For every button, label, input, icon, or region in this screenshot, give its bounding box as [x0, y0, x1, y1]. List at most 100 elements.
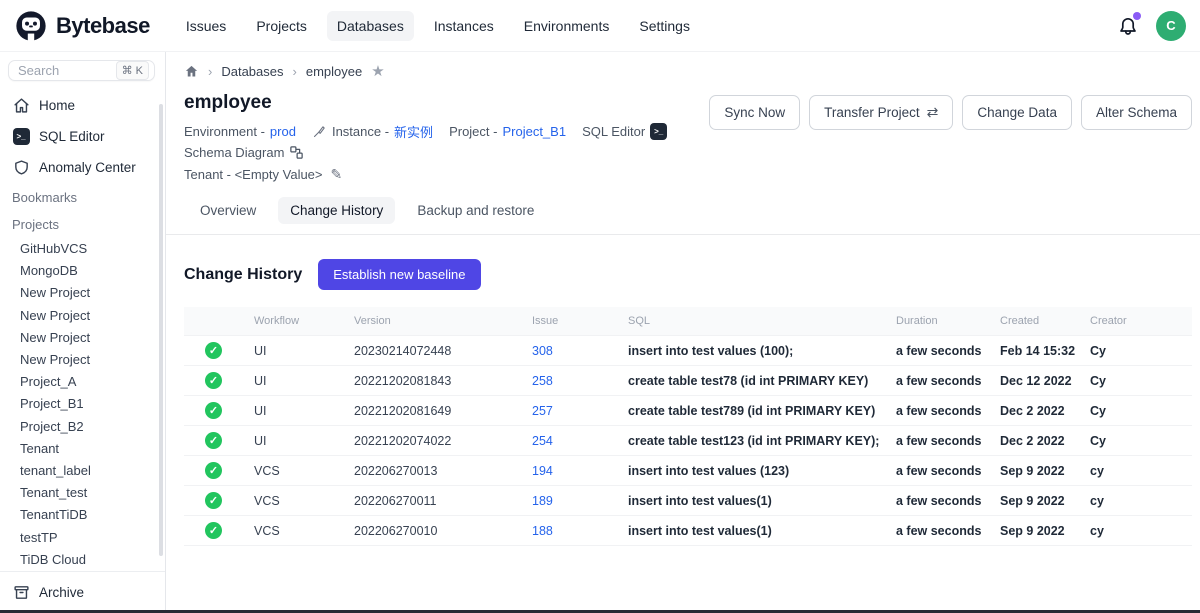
- topnav-right: C: [1116, 11, 1186, 41]
- home-icon: [12, 96, 30, 114]
- establish-baseline-button[interactable]: Establish new baseline: [318, 259, 480, 290]
- col-version: Version: [346, 307, 524, 336]
- col-workflow: Workflow: [246, 307, 346, 336]
- project-item[interactable]: New Project: [20, 327, 165, 349]
- nav-item-databases[interactable]: Databases: [327, 11, 414, 41]
- environment-link[interactable]: prod: [270, 124, 296, 139]
- tab-change-history[interactable]: Change History: [278, 197, 395, 224]
- project-link[interactable]: Project_B1: [502, 124, 566, 139]
- search-box[interactable]: ⌘ K: [8, 60, 155, 81]
- tab-overview[interactable]: Overview: [188, 197, 268, 224]
- table-row[interactable]: ✓ UI 20221202074022 254 create table tes…: [184, 426, 1192, 456]
- issue-link[interactable]: 194: [532, 464, 553, 478]
- table-row[interactable]: ✓ UI 20221202081649 257 create table tes…: [184, 396, 1192, 426]
- search-shortcut-badge: ⌘ K: [116, 61, 149, 80]
- sidebar-section-bookmarks[interactable]: Bookmarks: [0, 184, 165, 211]
- sync-now-button[interactable]: Sync Now: [709, 95, 800, 130]
- project-item[interactable]: Project_B1: [20, 393, 165, 415]
- breadcrumb-item-databases[interactable]: Databases: [221, 64, 283, 79]
- project-item[interactable]: Project_A: [20, 371, 165, 393]
- user-avatar[interactable]: C: [1156, 11, 1186, 41]
- success-check-icon: ✓: [205, 462, 222, 479]
- schema-diagram-icon: [289, 145, 304, 160]
- instance-label: Instance -: [332, 124, 389, 139]
- table-row[interactable]: ✓ VCS 202206270010 188 insert into test …: [184, 516, 1192, 546]
- environment-label: Environment -: [184, 124, 265, 139]
- success-check-icon: ✓: [205, 432, 222, 449]
- terminal-icon: >_: [12, 127, 30, 145]
- success-check-icon: ✓: [205, 522, 222, 539]
- project-item[interactable]: tenant_label: [20, 460, 165, 482]
- project-item[interactable]: GitHubVCS: [20, 238, 165, 260]
- schema-diagram-shortcut[interactable]: Schema Diagram: [184, 145, 304, 160]
- notification-bell-icon[interactable]: [1116, 14, 1140, 38]
- issue-link[interactable]: 308: [532, 344, 553, 358]
- table-row[interactable]: ✓ UI 20221202081843 258 create table tes…: [184, 366, 1192, 396]
- project-item[interactable]: New Project: [20, 282, 165, 304]
- table-row[interactable]: ✓ VCS 202206270011 189 insert into test …: [184, 486, 1192, 516]
- breadcrumb: › Databases › employee ★: [184, 64, 1192, 79]
- issue-link[interactable]: 257: [532, 404, 553, 418]
- project-meta: Project - Project_B1: [449, 124, 566, 139]
- alter-schema-button[interactable]: Alter Schema: [1081, 95, 1192, 130]
- sql-editor-label: SQL Editor: [582, 124, 645, 139]
- instance-link[interactable]: 新实例: [394, 122, 433, 141]
- project-item[interactable]: Project_B2: [20, 416, 165, 438]
- nav-item-issues[interactable]: Issues: [176, 11, 236, 41]
- sidebar-scrollbar[interactable]: [159, 104, 163, 556]
- issue-link[interactable]: 189: [532, 494, 553, 508]
- sidebar-item-sql-editor[interactable]: >_ SQL Editor: [0, 122, 165, 150]
- issue-link[interactable]: 188: [532, 524, 553, 538]
- project-item[interactable]: TenantTiDB: [20, 504, 165, 526]
- project-item[interactable]: MongoDB: [20, 260, 165, 282]
- search-input[interactable]: [18, 63, 116, 78]
- terminal-icon: >_: [650, 123, 667, 140]
- bytebase-logo[interactable]: Bytebase: [14, 9, 150, 43]
- sidebar-item-archive[interactable]: Archive: [0, 578, 165, 606]
- change-history-header: Change History Establish new baseline: [184, 259, 1192, 290]
- nav-item-environments[interactable]: Environments: [514, 11, 620, 41]
- sidebar-section-projects[interactable]: Projects: [0, 211, 165, 238]
- app-window: Bytebase Issues Projects Databases Insta…: [0, 0, 1200, 613]
- col-created: Created: [992, 307, 1082, 336]
- button-label: Alter Schema: [1096, 105, 1177, 120]
- database-tabs: Overview Change History Backup and resto…: [166, 197, 1200, 235]
- sql-editor-shortcut[interactable]: SQL Editor >_: [582, 123, 667, 140]
- tab-backup-and-restore[interactable]: Backup and restore: [405, 197, 546, 224]
- notification-badge: [1133, 12, 1141, 20]
- nav-item-settings[interactable]: Settings: [629, 11, 700, 41]
- sidebar-item-home[interactable]: Home: [0, 91, 165, 119]
- section-heading: Change History: [184, 266, 302, 284]
- database-meta: Environment - prod Instance - 新实例: [184, 122, 709, 160]
- issue-link[interactable]: 258: [532, 374, 553, 388]
- change-data-button[interactable]: Change Data: [962, 95, 1072, 130]
- sidebar-item-label: Archive: [39, 585, 84, 600]
- button-label: Change Data: [977, 105, 1057, 120]
- button-label: Transfer Project: [824, 105, 920, 120]
- project-item[interactable]: testTP: [20, 527, 165, 549]
- button-label: Sync Now: [724, 105, 785, 120]
- sidebar-bottom: Archive Enterprise Plan: [0, 571, 165, 613]
- projects-list: GitHubVCS MongoDB New Project New Projec…: [0, 238, 165, 571]
- project-item[interactable]: New Project: [20, 305, 165, 327]
- project-item[interactable]: New Project: [20, 349, 165, 371]
- col-creator: Creator: [1082, 307, 1192, 336]
- breadcrumb-home-icon[interactable]: [184, 64, 199, 79]
- top-navigation-bar: Bytebase Issues Projects Databases Insta…: [0, 0, 1200, 52]
- project-item[interactable]: TiDB Cloud: [20, 549, 165, 571]
- issue-link[interactable]: 254: [532, 434, 553, 448]
- breadcrumb-separator: ›: [208, 64, 212, 79]
- bookmark-star-icon[interactable]: ★: [371, 64, 384, 79]
- project-item[interactable]: Tenant: [20, 438, 165, 460]
- table-row[interactable]: ✓ UI 20230214072448 308 insert into test…: [184, 336, 1192, 366]
- sidebar-item-anomaly-center[interactable]: Anomaly Center: [0, 153, 165, 181]
- table-row[interactable]: ✓ VCS 202206270013 194 insert into test …: [184, 456, 1192, 486]
- edit-pencil-icon[interactable]: ✎: [331, 166, 343, 183]
- nav-item-instances[interactable]: Instances: [424, 11, 504, 41]
- project-item[interactable]: Tenant_test: [20, 482, 165, 504]
- tenant-meta: Tenant - <Empty Value> ✎: [184, 166, 709, 183]
- schema-diagram-label: Schema Diagram: [184, 145, 284, 160]
- transfer-project-button[interactable]: Transfer Project ⇄: [809, 95, 953, 130]
- breadcrumb-item-employee[interactable]: employee: [306, 64, 362, 79]
- nav-item-projects[interactable]: Projects: [246, 11, 317, 41]
